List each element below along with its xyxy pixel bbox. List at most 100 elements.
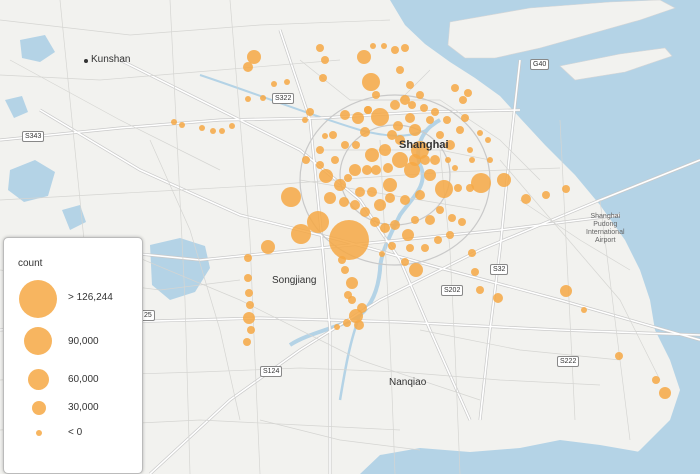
count-bubble[interactable]: [370, 217, 380, 227]
count-bubble[interactable]: [319, 74, 327, 82]
count-bubble[interactable]: [396, 66, 404, 74]
count-bubble[interactable]: [343, 319, 351, 327]
count-bubble[interactable]: [420, 155, 430, 165]
count-bubble[interactable]: [459, 96, 467, 104]
count-bubble[interactable]: [445, 157, 451, 163]
count-bubble[interactable]: [420, 104, 428, 112]
count-bubble[interactable]: [408, 101, 416, 109]
count-bubble[interactable]: [365, 148, 379, 162]
count-bubble[interactable]: [367, 187, 377, 197]
count-bubble[interactable]: [493, 293, 503, 303]
count-bubble[interactable]: [466, 184, 474, 192]
count-bubble[interactable]: [322, 133, 328, 139]
count-bubble[interactable]: [406, 244, 414, 252]
count-bubble[interactable]: [659, 387, 671, 399]
count-bubble[interactable]: [385, 193, 395, 203]
count-bubble[interactable]: [471, 268, 479, 276]
count-bubble[interactable]: [357, 50, 371, 64]
count-bubble[interactable]: [409, 154, 421, 166]
count-bubble[interactable]: [354, 320, 364, 330]
count-bubble[interactable]: [381, 43, 387, 49]
count-bubble[interactable]: [360, 207, 370, 217]
count-bubble[interactable]: [364, 106, 372, 114]
count-bubble[interactable]: [476, 286, 484, 294]
count-bubble[interactable]: [409, 263, 423, 277]
count-bubble[interactable]: [401, 258, 409, 266]
count-bubble[interactable]: [352, 112, 364, 124]
count-bubble[interactable]: [458, 218, 466, 226]
count-bubble[interactable]: [390, 100, 400, 110]
count-bubble[interactable]: [244, 274, 252, 282]
count-bubble[interactable]: [338, 256, 346, 264]
count-bubble[interactable]: [446, 231, 454, 239]
count-bubble[interactable]: [542, 191, 550, 199]
count-bubble[interactable]: [400, 195, 410, 205]
count-bubble[interactable]: [247, 50, 261, 64]
count-bubble[interactable]: [406, 81, 414, 89]
count-bubble[interactable]: [374, 199, 386, 211]
count-bubble[interactable]: [436, 206, 444, 214]
count-bubble[interactable]: [379, 144, 391, 156]
count-bubble[interactable]: [497, 173, 511, 187]
count-bubble[interactable]: [521, 194, 531, 204]
count-bubble[interactable]: [348, 296, 356, 304]
count-bubble[interactable]: [560, 285, 572, 297]
count-bubble[interactable]: [284, 79, 290, 85]
count-bubble[interactable]: [435, 180, 453, 198]
count-bubble[interactable]: [371, 165, 381, 175]
count-bubble[interactable]: [219, 128, 225, 134]
count-bubble[interactable]: [321, 56, 329, 64]
count-bubble[interactable]: [329, 131, 337, 139]
count-bubble[interactable]: [245, 289, 253, 297]
count-bubble[interactable]: [451, 84, 459, 92]
count-bubble[interactable]: [281, 187, 301, 207]
count-bubble[interactable]: [456, 126, 464, 134]
count-bubble[interactable]: [199, 125, 205, 131]
count-bubble[interactable]: [471, 173, 491, 193]
count-bubble[interactable]: [581, 307, 587, 313]
count-bubble[interactable]: [307, 211, 329, 233]
count-bubble[interactable]: [380, 223, 390, 233]
count-bubble[interactable]: [260, 95, 266, 101]
count-bubble[interactable]: [426, 116, 434, 124]
count-bubble[interactable]: [370, 43, 376, 49]
count-bubble[interactable]: [229, 123, 235, 129]
count-bubble[interactable]: [316, 146, 324, 154]
count-bubble[interactable]: [352, 141, 360, 149]
count-bubble[interactable]: [461, 114, 469, 122]
count-bubble[interactable]: [388, 242, 396, 250]
count-bubble[interactable]: [467, 147, 473, 153]
count-bubble[interactable]: [615, 352, 623, 360]
count-bubble[interactable]: [392, 152, 408, 168]
count-bubble[interactable]: [346, 277, 358, 289]
count-bubble[interactable]: [464, 89, 472, 97]
count-bubble[interactable]: [430, 155, 440, 165]
count-bubble[interactable]: [247, 326, 255, 334]
count-bubble[interactable]: [331, 156, 339, 164]
count-bubble[interactable]: [405, 113, 415, 123]
count-bubble[interactable]: [244, 254, 252, 262]
count-bubble[interactable]: [401, 44, 409, 52]
count-bubble[interactable]: [411, 216, 419, 224]
count-bubble[interactable]: [469, 157, 475, 163]
count-bubble[interactable]: [340, 110, 350, 120]
count-bubble[interactable]: [271, 81, 277, 87]
count-bubble[interactable]: [243, 338, 251, 346]
count-bubble[interactable]: [485, 137, 491, 143]
count-bubble[interactable]: [319, 169, 333, 183]
count-bubble[interactable]: [306, 108, 314, 116]
count-bubble[interactable]: [334, 324, 340, 330]
count-bubble[interactable]: [350, 200, 360, 210]
count-bubble[interactable]: [431, 108, 439, 116]
count-bubble[interactable]: [454, 184, 462, 192]
count-bubble[interactable]: [415, 190, 425, 200]
count-bubble[interactable]: [261, 240, 275, 254]
count-bubble[interactable]: [487, 157, 493, 163]
count-bubble[interactable]: [344, 174, 352, 182]
count-bubble[interactable]: [245, 96, 251, 102]
count-bubble[interactable]: [448, 214, 456, 222]
count-bubble[interactable]: [179, 122, 185, 128]
count-bubble[interactable]: [443, 116, 451, 124]
count-bubble[interactable]: [341, 266, 349, 274]
count-bubble[interactable]: [316, 44, 324, 52]
